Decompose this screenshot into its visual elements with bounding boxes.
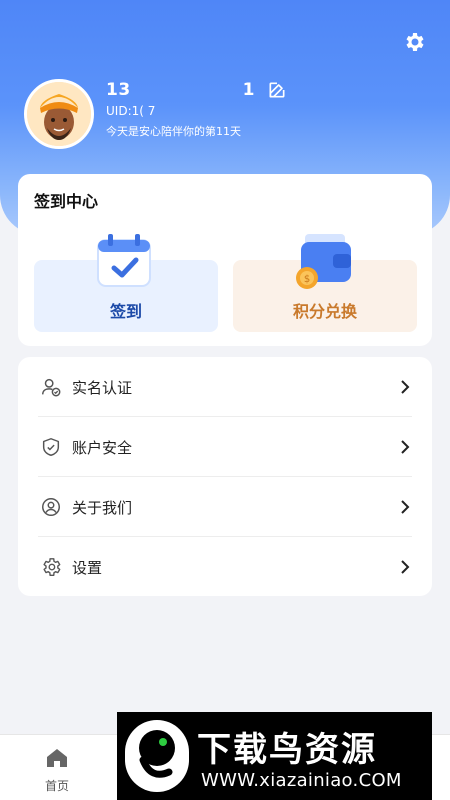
- signin-center-card: 签到中心 签到 $ 积分兑换: [18, 174, 432, 346]
- phone-prefix: 13: [106, 80, 131, 100]
- menu-item-real-name-verification[interactable]: 实名认证: [36, 357, 414, 417]
- menu-item-account-security[interactable]: 账户安全: [36, 417, 414, 477]
- chevron-right-icon: [401, 440, 410, 454]
- user-info: 13 1 UID:1( 7 今天是安心陪伴你的第11天: [106, 80, 287, 139]
- gear-icon: [43, 558, 61, 576]
- home-icon: [47, 749, 67, 767]
- watermark-title: 下载鸟资源: [197, 730, 377, 770]
- phone-suffix: 1: [242, 80, 256, 100]
- avatar[interactable]: [24, 79, 94, 149]
- menu-card: 实名认证 账户安全 关于我们 设置: [18, 357, 432, 596]
- menu-item-about-us[interactable]: 关于我们: [36, 477, 414, 537]
- edit-icon[interactable]: [267, 80, 287, 100]
- signin-button[interactable]: 签到: [34, 234, 218, 332]
- watermark-url: WWW.xiazainiao.COM: [201, 770, 402, 791]
- menu-label-account-security: 账户安全: [72, 438, 133, 457]
- points-exchange-label: 积分兑换: [292, 302, 357, 321]
- companion-days-text: 今天是安心陪伴你的第11天: [106, 125, 241, 138]
- shield-check-icon: [42, 438, 60, 456]
- chevron-right-icon: [401, 500, 410, 514]
- menu-label-about-us: 关于我们: [72, 498, 133, 517]
- watermark-bird-logo: [125, 720, 189, 792]
- menu-item-settings[interactable]: 设置: [36, 537, 414, 597]
- signin-label: 签到: [109, 302, 142, 321]
- wallet-coin-icon: $: [296, 234, 351, 289]
- menu-label-settings: 设置: [72, 558, 103, 577]
- avatar-image: [27, 82, 91, 146]
- chevron-right-icon: [401, 380, 410, 394]
- chevron-right-icon: [401, 560, 410, 574]
- calendar-check-icon: [97, 234, 151, 287]
- tab-home[interactable]: 首页: [32, 747, 82, 794]
- points-exchange-button[interactable]: $ 积分兑换: [233, 234, 417, 332]
- user-verify-icon: [42, 378, 61, 397]
- watermark-banner: 下载鸟资源 WWW.xiazainiao.COM: [117, 712, 432, 800]
- signin-center-title: 签到中心: [34, 192, 99, 211]
- tab-home-label: 首页: [44, 779, 69, 793]
- user-id: UID:1( 7: [106, 104, 156, 118]
- user-circle-icon: [42, 498, 60, 516]
- settings-gear-icon[interactable]: [402, 30, 426, 54]
- svg-text:$: $: [304, 274, 310, 285]
- phone-number: 13 1: [106, 80, 287, 100]
- menu-label-real-name: 实名认证: [72, 378, 133, 397]
